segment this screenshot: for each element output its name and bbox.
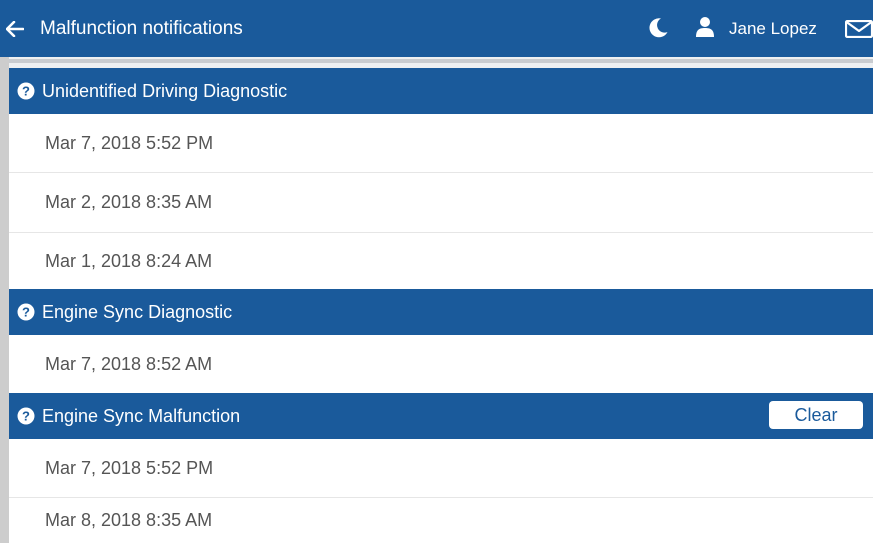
svg-text:?: ? xyxy=(22,83,30,98)
help-icon[interactable]: ? xyxy=(17,303,35,321)
user-icon xyxy=(696,17,714,37)
clear-button[interactable]: Clear xyxy=(769,401,863,429)
section-header: ? Engine Sync Malfunction Clear xyxy=(9,393,873,439)
window-frame-edge xyxy=(0,0,9,543)
notification-timestamp: Mar 8, 2018 8:35 AM xyxy=(45,510,213,530)
back-arrow-icon xyxy=(6,20,24,37)
notification-timestamp: Mar 7, 2018 8:52 AM xyxy=(45,353,213,374)
notification-timestamp: Mar 2, 2018 8:35 AM xyxy=(45,192,213,212)
list-item[interactable]: Mar 7, 2018 8:52 AM xyxy=(9,335,873,393)
list-item[interactable]: Mar 8, 2018 8:35 AM xyxy=(9,498,873,543)
header-shadow xyxy=(9,57,873,68)
back-button[interactable] xyxy=(0,0,30,57)
messages-button[interactable] xyxy=(844,19,873,43)
app-header: Malfunction notifications Jane Lopez xyxy=(0,0,873,57)
help-icon[interactable]: ? xyxy=(17,407,35,425)
help-icon[interactable]: ? xyxy=(17,82,35,100)
section-header: ? Unidentified Driving Diagnostic xyxy=(9,68,873,114)
moon-icon xyxy=(649,18,668,38)
page-title: Malfunction notifications xyxy=(40,18,243,39)
notification-timestamp: Mar 7, 2018 5:52 PM xyxy=(45,132,214,153)
section-title: Unidentified Driving Diagnostic xyxy=(42,81,288,101)
list-item[interactable]: Mar 7, 2018 5:52 PM xyxy=(9,114,873,173)
user-menu[interactable] xyxy=(695,16,715,43)
section-header: ? Engine Sync Diagnostic xyxy=(9,289,873,335)
svg-text:?: ? xyxy=(22,304,30,319)
notification-timestamp: Mar 7, 2018 5:52 PM xyxy=(45,457,214,478)
notification-timestamp: Mar 1, 2018 8:24 AM xyxy=(45,250,213,271)
section-title: Engine Sync Diagnostic xyxy=(42,302,233,322)
list-item[interactable]: Mar 1, 2018 8:24 AM xyxy=(9,233,873,289)
night-mode-toggle[interactable] xyxy=(647,17,669,44)
list-item[interactable]: Mar 7, 2018 5:52 PM xyxy=(9,439,873,498)
user-name[interactable]: Jane Lopez xyxy=(729,0,817,57)
list-item[interactable]: Mar 2, 2018 8:35 AM xyxy=(9,173,873,233)
mail-icon xyxy=(844,19,873,39)
svg-text:?: ? xyxy=(22,408,30,423)
section-title: Engine Sync Malfunction xyxy=(42,406,241,426)
